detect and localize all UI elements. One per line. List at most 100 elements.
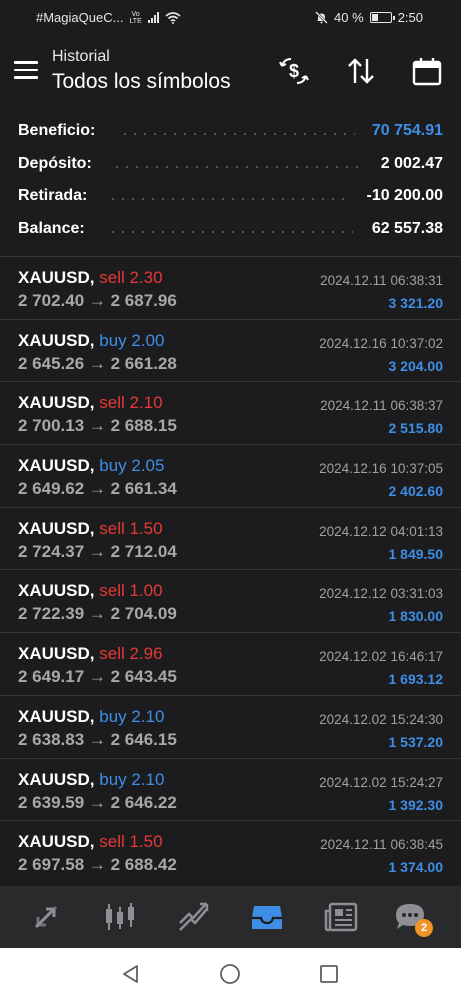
status-bar: #MagiaQueC... Vo LTE 40 % 2:50 — [0, 0, 461, 34]
sort-icon[interactable] — [344, 54, 378, 88]
profit-label: Beneficio: — [18, 122, 96, 139]
wifi-icon — [165, 11, 181, 24]
deal-profit: 1 537.20 — [388, 733, 444, 750]
deal-symbol: XAUUSD, sell 1.00 — [18, 581, 163, 601]
deal-symbol: XAUUSD, sell 2.96 — [18, 644, 163, 664]
deal-prices: 2 724.37 → 2 712.04 — [18, 541, 177, 561]
deal-side: sell 2.30 — [99, 268, 163, 287]
deal-profit: 2 402.60 — [388, 483, 444, 500]
deposit-label: Depósito: — [18, 154, 92, 172]
deal-symbol-name: XAUUSD, — [18, 769, 95, 789]
deal-prices: 2 722.39 → 2 704.09 — [18, 604, 177, 624]
deal-profit: 1 830.00 — [388, 608, 444, 625]
deal-time: 2024.12.12 04:01:13 — [319, 523, 443, 539]
dotted-leader — [108, 230, 353, 233]
system-nav-bar — [0, 948, 461, 1000]
deal-row[interactable]: XAUUSD, sell 2.96 2 649.17 → 2 643.45 2024… — [0, 632, 461, 695]
deposit-withdraw-icon[interactable]: $ — [277, 54, 311, 88]
deal-symbol-name: XAUUSD, — [18, 268, 95, 287]
deal-prices: 2 649.17 → 2 643.45 — [18, 667, 177, 687]
calendar-icon[interactable] — [410, 54, 444, 88]
summary-withdrawal-row: Retirada: -10 200.00 — [0, 181, 461, 214]
deal-profit: 2 515.80 — [388, 420, 444, 437]
chat-icon[interactable]: 2 — [393, 901, 433, 937]
withdrawal-label: Retirada: — [18, 187, 88, 204]
summary-balance-row: Balance: 62 557.38 — [0, 214, 461, 247]
deal-prices: 2 645.26 → 2 661.28 — [18, 353, 177, 373]
deal-symbol: XAUUSD, sell 1.50 — [18, 832, 163, 852]
deal-time: 2024.12.11 06:38:31 — [320, 273, 443, 288]
deal-time: 2024.12.02 15:24:27 — [319, 774, 443, 790]
deal-time: 2024.12.16 10:37:05 — [319, 461, 443, 477]
deal-row[interactable]: XAUUSD, buy 2.10 2 639.59 → 2 646.22 2024.… — [0, 757, 461, 821]
deal-profit: 3 321.20 — [388, 295, 444, 311]
deal-time: 2024.12.02 15:24:30 — [319, 711, 443, 727]
recents-icon[interactable] — [318, 963, 340, 985]
clock: 2:50 — [397, 10, 423, 25]
balance-label: Balance: — [18, 219, 85, 237]
back-icon[interactable] — [120, 963, 142, 985]
deal-side: buy 2.00 — [99, 330, 165, 350]
deal-row[interactable]: XAUUSD, sell 2.30 2 702.40 → 2 687.96 2024… — [0, 256, 461, 319]
bottom-tab-bar: 2 — [0, 886, 461, 948]
status-left: #MagiaQueC... Vo LTE — [36, 10, 181, 25]
deal-symbol-name: XAUUSD, — [18, 330, 95, 350]
deal-symbol-name: XAUUSD, — [18, 456, 95, 476]
status-right: 40 % 2:50 — [315, 10, 423, 25]
volte-indicator: Vo LTE — [129, 10, 142, 25]
carrier-name: #MagiaQueC... — [36, 10, 124, 25]
deal-row[interactable]: XAUUSD, sell 1.50 2 697.58 → 2 688.42 2024… — [0, 820, 461, 883]
deal-row[interactable]: XAUUSD, sell 2.10 2 700.13 → 2 688.15 2024… — [0, 381, 461, 444]
deal-symbol: XAUUSD, sell 2.10 — [18, 393, 163, 413]
deal-profit: 1 849.50 — [388, 545, 444, 562]
chart-icon[interactable] — [103, 901, 137, 933]
deal-row[interactable]: XAUUSD, buy 2.10 2 638.83 → 2 646.15 2024.… — [0, 694, 461, 758]
deal-profit: 3 204.00 — [388, 357, 444, 374]
deal-side: buy 2.10 — [99, 706, 165, 726]
news-icon[interactable] — [324, 901, 358, 933]
deal-symbol: XAUUSD, buy 2.10 — [18, 707, 164, 727]
deal-profit: 1 693.12 — [388, 671, 444, 688]
app-header: Historial Todos los símbolos $ — [0, 34, 461, 110]
trade-icon[interactable] — [177, 901, 211, 933]
deal-side: sell 1.00 — [99, 581, 163, 601]
mute-bell-icon — [315, 11, 328, 24]
deal-symbol: XAUUSD, sell 1.50 — [18, 519, 163, 539]
deal-prices: 2 697.58 → 2 688.42 — [18, 855, 177, 875]
page-title[interactable]: Todos los símbolos — [52, 70, 231, 94]
quotes-icon[interactable] — [29, 901, 63, 933]
deal-time: 2024.12.11 06:38:37 — [320, 398, 443, 414]
deal-symbol: XAUUSD, buy 2.00 — [18, 331, 164, 351]
deal-profit: 1 392.30 — [388, 796, 444, 813]
deal-time: 2024.12.12 03:31:03 — [319, 586, 443, 602]
battery-percent: 40 % — [334, 10, 364, 25]
deal-symbol: XAUUSD, buy 2.05 — [18, 456, 164, 476]
deal-row[interactable]: XAUUSD, sell 1.50 2 724.37 → 2 712.04 2024… — [0, 506, 461, 570]
deal-row[interactable]: XAUUSD, buy 2.05 2 649.62 → 2 661.34 2024.… — [0, 444, 461, 507]
svg-text:$: $ — [289, 61, 299, 81]
page-subtitle: Historial — [52, 48, 110, 65]
deal-side: sell 2.10 — [99, 393, 163, 413]
chat-badge: 2 — [415, 919, 433, 937]
deal-prices: 2 702.40 → 2 687.96 — [18, 291, 177, 310]
signal-icon — [147, 12, 159, 23]
home-icon[interactable] — [219, 963, 241, 985]
deal-row[interactable]: XAUUSD, buy 2.00 2 645.26 → 2 661.28 2024.… — [0, 318, 461, 382]
deal-row[interactable]: XAUUSD, sell 1.00 2 722.39 → 2 704.09 2024… — [0, 569, 461, 632]
deal-symbol-name: XAUUSD, — [18, 393, 95, 413]
profit-value: 70 754.91 — [371, 122, 443, 139]
summary-profit-row: Beneficio: 70 754.91 — [0, 116, 461, 149]
deal-time: 2024.12.11 06:38:45 — [320, 837, 443, 853]
deal-time: 2024.12.16 10:37:02 — [319, 335, 443, 351]
deposit-value: 2 002.47 — [380, 154, 443, 172]
deal-symbol-name: XAUUSD, — [18, 644, 95, 664]
deal-profit: 1 374.00 — [388, 859, 444, 876]
deal-symbol-name: XAUUSD, — [18, 706, 95, 726]
deal-side: sell 1.50 — [99, 832, 163, 852]
deal-side: buy 2.05 — [99, 456, 165, 476]
summary-deposit-row: Depósito: 2 002.47 — [0, 149, 461, 182]
battery-icon — [369, 12, 395, 23]
history-icon[interactable] — [250, 901, 284, 933]
menu-icon[interactable] — [14, 61, 38, 79]
deal-symbol: XAUUSD, buy 2.10 — [18, 770, 164, 790]
